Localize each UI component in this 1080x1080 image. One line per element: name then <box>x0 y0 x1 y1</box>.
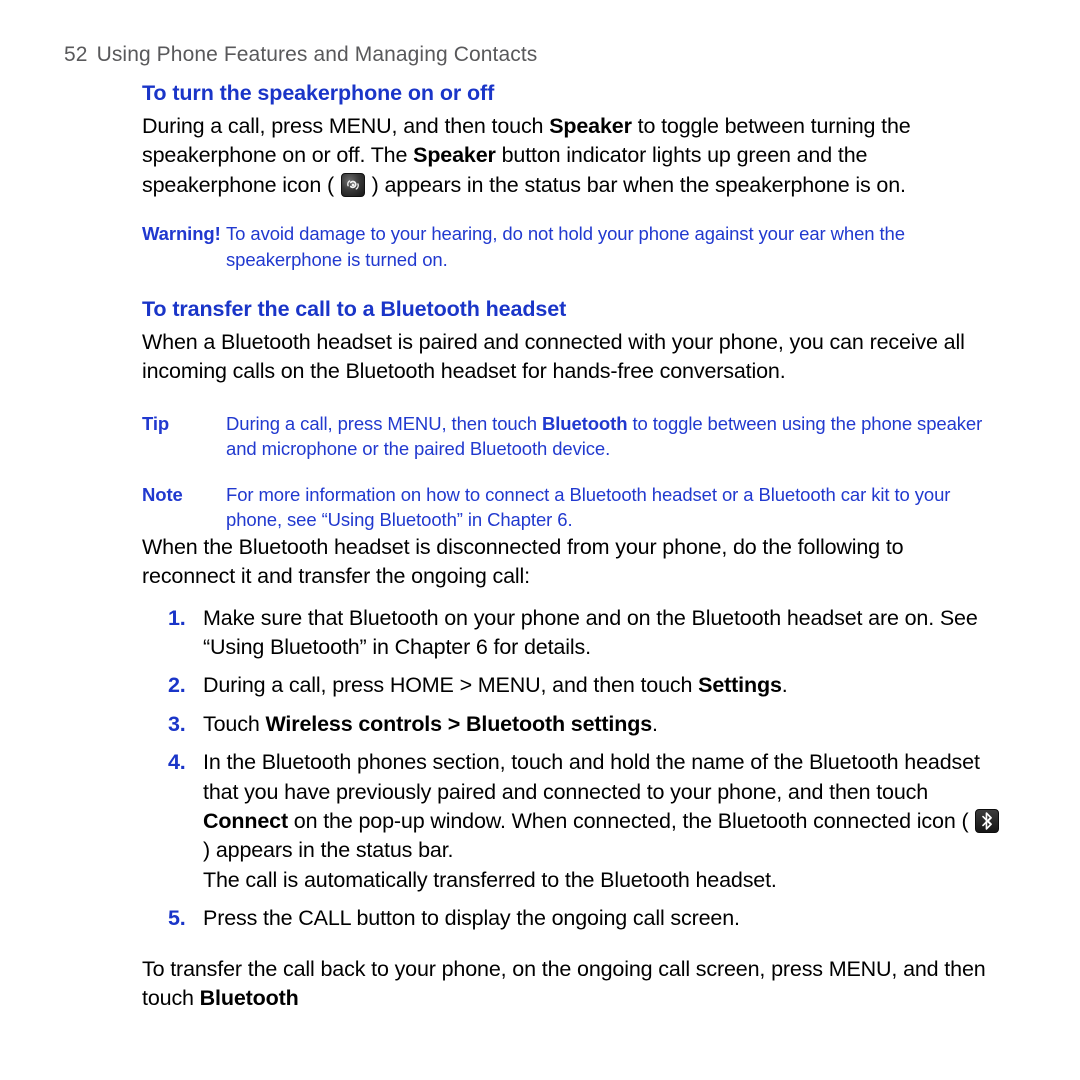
paragraph-bluetooth-transfer: When a Bluetooth headset is paired and c… <box>142 329 965 384</box>
callout-warning-text: To avoid damage to your hearing, do not … <box>226 223 905 270</box>
step-text-3a: Touch <box>203 711 266 736</box>
step-text-4-extra: The call is automatically transferred to… <box>203 867 777 892</box>
steps-list: 1. Make sure that Bluetooth on your phon… <box>142 604 1002 934</box>
heading-speakerphone: To turn the speakerphone on or off <box>142 81 495 105</box>
callout-note-label: Note <box>142 483 183 505</box>
step-item-3: 3. Touch Wireless controls > Bluetooth s… <box>142 710 1002 739</box>
step-item-1: 1. Make sure that Bluetooth on your phon… <box>142 604 1002 663</box>
step-text-3b: . <box>652 711 658 736</box>
callout-note: Note For more information on how to conn… <box>142 482 1002 533</box>
tip-bold-bluetooth: Bluetooth <box>541 412 628 434</box>
step-text-1: Make sure that Bluetooth on your phone a… <box>203 605 978 659</box>
paragraph-speakerphone: During a call, press MENU, and then touc… <box>142 112 1002 200</box>
callout-tip-text: During a call, press MENU, then touch Bl… <box>226 411 1002 462</box>
para-text-1: During a call, press MENU, and then touc… <box>142 113 550 138</box>
step-item-5: 5. Press the CALL button to display the … <box>142 904 1002 933</box>
manual-page: 52 Using Phone Features and Managing Cont… <box>0 0 1080 1080</box>
step-bold-wireless-controls: Wireless controls > Bluetooth settings <box>265 711 653 736</box>
heading-bluetooth-transfer: To transfer the call to a Bluetooth head… <box>142 297 567 322</box>
running-header-title: Using Phone Features and Managing Contac… <box>96 43 538 66</box>
paragraph-reconnect-intro: When the Bluetooth headset is disconnect… <box>142 534 904 589</box>
running-header: 52 Using Phone Features and Managing Cont… <box>64 43 537 67</box>
step-number-4: 4. <box>168 750 186 775</box>
callout-warning-label: Warning! <box>142 223 221 245</box>
step-number-5: 5. <box>168 906 186 931</box>
step-text-2b: . <box>781 673 788 698</box>
callout-warning: Warning! To avoid damage to your hearing… <box>142 221 1002 272</box>
step-text-4b: on the pop-up window. When connected, th… <box>287 809 975 834</box>
callout-tip: Tip During a call, press MENU, then touc… <box>142 411 1002 462</box>
step-bold-connect: Connect <box>203 809 288 834</box>
callout-tip-label: Tip <box>142 412 170 434</box>
tip-text-1: During a call, press MENU, then touch <box>226 412 542 434</box>
callout-note-text: For more information on how to connect a… <box>226 483 951 531</box>
step-bold-settings: Settings <box>698 673 782 698</box>
step-item-2: 2. During a call, press HOME > MENU, and… <box>142 671 1002 700</box>
closing-bold-bluetooth: Bluetooth <box>199 986 299 1011</box>
para-bold-speaker-2: Speaker <box>413 143 496 168</box>
step-text-5: Press the CALL button to display the ong… <box>203 906 740 931</box>
step-text-4a: In the Bluetooth phones section, touch a… <box>203 750 980 804</box>
para-bold-speaker-1: Speaker <box>549 113 632 138</box>
step-number-2: 2. <box>168 673 186 698</box>
bluetooth-icon <box>975 809 1000 834</box>
step-text-4c: ) appears in the status bar. <box>203 838 454 863</box>
paragraph-closing: To transfer the call back to your phone,… <box>142 955 1002 1014</box>
step-number-3: 3. <box>168 711 186 736</box>
step-number-1: 1. <box>168 605 186 630</box>
page-number: 52 <box>64 43 88 66</box>
step-item-4: 4. In the Bluetooth phones section, touc… <box>142 748 1002 895</box>
para-text-4: ) appears in the status bar when the spe… <box>365 172 906 197</box>
page-content: To turn the speakerphone on or off Durin… <box>142 80 1002 1035</box>
step-text-2a: During a call, press HOME > MENU, and th… <box>203 673 699 698</box>
speakerphone-icon <box>340 172 365 197</box>
